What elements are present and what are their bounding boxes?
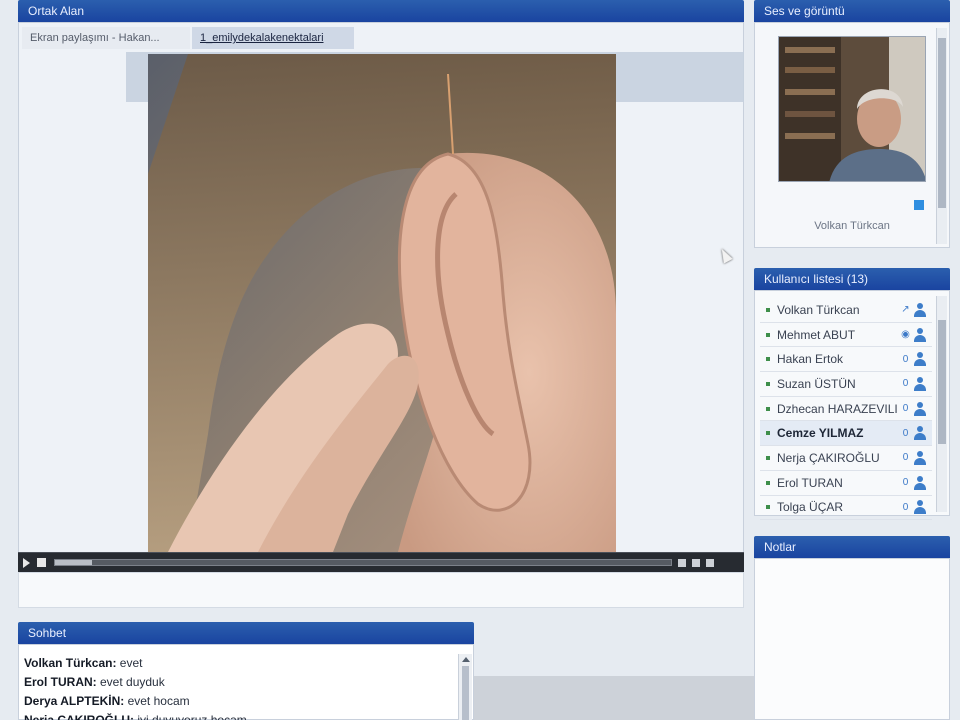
attendee-row[interactable]: Nerja ÇAKIROĞLU 0	[760, 446, 932, 471]
camera-status-icon	[914, 200, 924, 210]
attendee-name: Nerja ÇAKIROĞLU	[777, 450, 880, 465]
attendee-pod-title: Kullanıcı listesi (13)	[764, 272, 869, 286]
status-zero-icon: 0	[902, 353, 909, 365]
attendee-name: Volkan Türkcan	[777, 302, 860, 317]
fullscreen-icon[interactable]	[692, 559, 700, 567]
chat-text: evet duyduk	[96, 675, 165, 689]
status-zero-icon: 0	[902, 427, 909, 439]
attendee-row[interactable]: Cemze YILMAZ 0	[760, 421, 932, 447]
chat-sender: Erol TURAN:	[24, 675, 97, 689]
online-dot-icon	[766, 381, 770, 386]
status-zero-icon: 0	[902, 501, 909, 513]
attendee-scrollbar[interactable]	[936, 296, 947, 512]
chat-message: Derya ALPTEKİN: evet hocam	[24, 692, 460, 711]
chat-pod-title: Sohbet	[28, 626, 67, 640]
attendee-row[interactable]: Tolga ÜÇAR 0	[760, 496, 932, 521]
participant-role-icon	[914, 352, 926, 367]
attendee-pod-header: Kullanıcı listesi (13)	[754, 268, 950, 290]
online-dot-icon	[766, 431, 770, 436]
attendee-list: Volkan Türkcan ↗ Mehmet ABUT ◉ Hakan Ertok 0 S…	[760, 298, 932, 521]
notes-pod-header: Notlar	[754, 536, 950, 558]
status-zero-icon: 0	[902, 477, 909, 489]
microphone-icon: ↗	[901, 304, 910, 316]
chat-pod-header: Sohbet	[18, 622, 474, 644]
attendee-name: Tolga ÜÇAR	[777, 500, 844, 515]
online-dot-icon	[766, 307, 770, 312]
chat-sender: Derya ALPTEKİN:	[24, 694, 125, 708]
participant-role-icon	[914, 327, 926, 342]
participant-role-icon	[914, 450, 926, 465]
camera-pod-header: Ses ve görüntü	[754, 0, 950, 22]
chat-scroll-up-icon[interactable]	[462, 657, 470, 662]
webcam-video	[778, 36, 926, 182]
notes-area[interactable]	[754, 558, 950, 720]
participant-role-icon	[914, 401, 926, 416]
online-dot-icon	[766, 455, 770, 460]
chat-text: evet	[116, 656, 143, 670]
options-icon[interactable]	[706, 559, 714, 567]
attendee-row[interactable]: Erol TURAN 0	[760, 471, 932, 496]
chat-text: evet hocam	[124, 694, 190, 708]
attendee-row[interactable]: Suzan ÜSTÜN 0	[760, 372, 932, 397]
chat-sender: Nerja ÇAKIROĞLU:	[24, 713, 135, 720]
share-pod-title: Ortak Alan	[28, 4, 85, 18]
share-pod-footer	[18, 572, 744, 608]
webcam-frame	[779, 37, 925, 181]
player-right-controls	[678, 556, 740, 570]
chat-scrollbar-thumb[interactable]	[462, 666, 469, 720]
chat-scrollbar[interactable]	[458, 654, 472, 720]
chat-message: Nerja ÇAKIROĞLU: iyi duyuyoruz hocam	[24, 711, 460, 720]
status-zero-icon: 0	[902, 452, 909, 464]
attendee-row[interactable]: Volkan Türkcan ↗	[760, 298, 932, 323]
participant-role-icon	[914, 302, 926, 317]
attendee-name: Mehmet ABUT	[777, 327, 856, 342]
online-dot-icon	[766, 357, 770, 362]
chat-sender: Volkan Türkcan:	[24, 656, 117, 670]
online-dot-icon	[766, 406, 770, 411]
seek-bar-fill	[55, 560, 92, 565]
chat-message-list: Volkan Türkcan: evet Erol TURAN: evet duy…	[24, 654, 460, 720]
video-player[interactable]	[148, 54, 616, 552]
attendee-row[interactable]: Mehmet ABUT ◉	[760, 323, 932, 348]
online-dot-icon	[766, 480, 770, 485]
location-pin-icon: ◉	[901, 329, 910, 341]
participant-role-icon	[914, 475, 926, 490]
chat-message: Volkan Türkcan: evet	[24, 654, 460, 673]
volume-icon[interactable]	[678, 559, 686, 567]
participant-role-icon	[914, 500, 926, 515]
attendee-name: Cemze YILMAZ	[777, 426, 864, 441]
status-zero-icon: 0	[902, 403, 909, 415]
chat-text: iyi duyuyoruz hocam	[134, 713, 247, 720]
tab-video-file[interactable]: 1_emilydekalakenektalari	[192, 27, 354, 49]
attendee-name: Erol TURAN	[777, 475, 843, 490]
video-controls	[18, 552, 744, 572]
stop-icon[interactable]	[37, 558, 46, 567]
attendee-name: Hakan Ertok	[777, 352, 844, 367]
camera-scrollbar-thumb[interactable]	[938, 38, 946, 208]
status-zero-icon: 0	[902, 378, 909, 390]
presenter-name: Volkan Türkcan	[814, 220, 890, 232]
camera-pod-title: Ses ve görüntü	[764, 4, 845, 18]
attendee-scrollbar-thumb[interactable]	[938, 320, 946, 444]
tab-screen-share[interactable]: Ekran paylaşımı - Hakan...	[22, 27, 190, 49]
share-pod-header: Ortak Alan	[18, 0, 744, 22]
camera-scrollbar[interactable]	[936, 28, 947, 244]
play-icon[interactable]	[23, 558, 30, 568]
participant-role-icon	[914, 376, 926, 391]
attendee-row[interactable]: Hakan Ertok 0	[760, 347, 932, 373]
online-dot-icon	[766, 505, 770, 510]
online-dot-icon	[766, 332, 770, 337]
participant-role-icon	[914, 426, 926, 441]
attendee-name: Suzan ÜSTÜN	[777, 376, 856, 391]
notes-pod-title: Notlar	[764, 540, 797, 554]
chat-message: Erol TURAN: evet duyduk	[24, 673, 460, 692]
seek-bar[interactable]	[54, 559, 672, 566]
video-frame-ear	[148, 54, 616, 552]
attendee-row[interactable]: Dzhecan HARAZEVILI 0	[760, 397, 932, 422]
attendee-name: Dzhecan HARAZEVILI	[777, 401, 898, 416]
bottom-background-band	[474, 676, 754, 720]
